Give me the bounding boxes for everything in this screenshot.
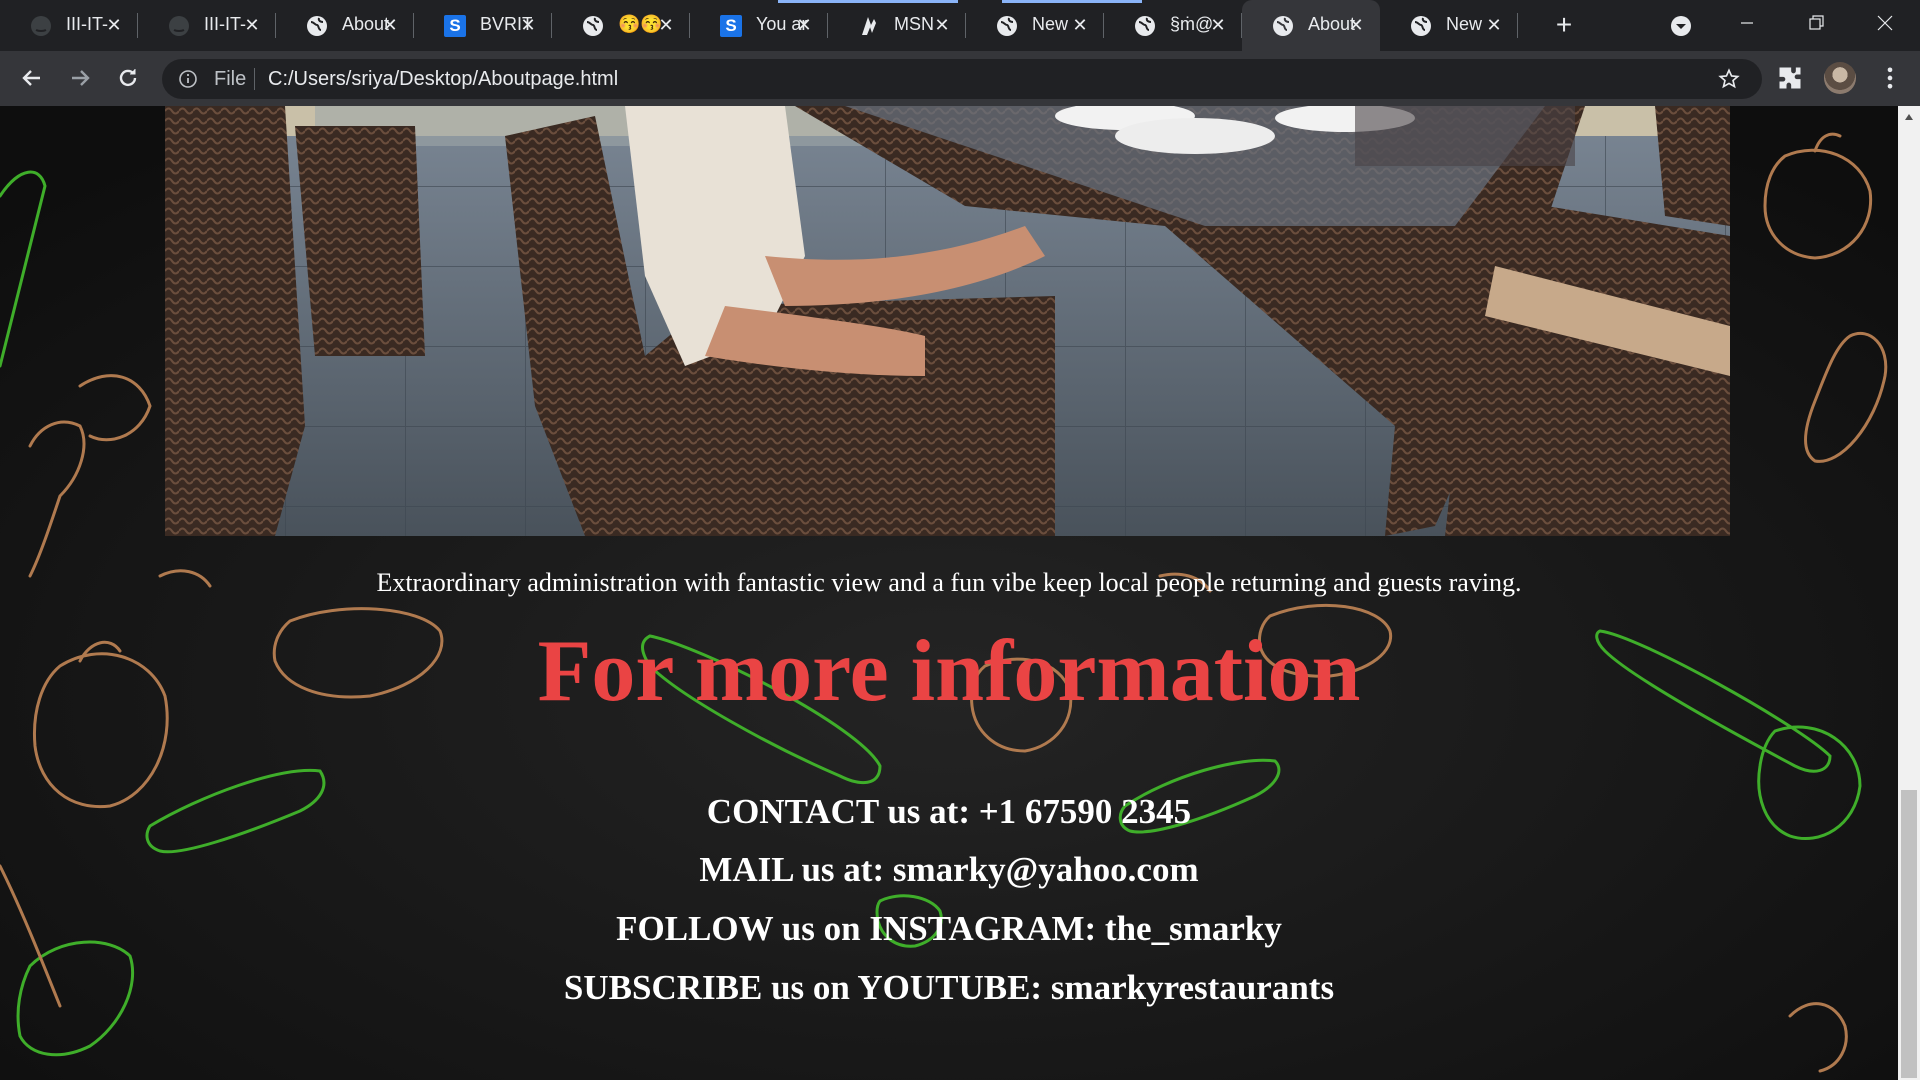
- scroll-thumb[interactable]: [1901, 790, 1917, 1078]
- tab[interactable]: S BVRIT ✕: [414, 0, 552, 51]
- tab-search-button[interactable]: [1648, 3, 1714, 48]
- chevron-down-icon: [1671, 15, 1691, 36]
- tab[interactable]: III-IT- ✕: [138, 0, 276, 51]
- info-icon[interactable]: [178, 69, 198, 89]
- arrow-left-icon: [22, 70, 40, 86]
- divider: [254, 68, 255, 90]
- close-window-button[interactable]: [1852, 0, 1918, 45]
- contact-email: MAIL us at: smarky@yahoo.com: [699, 850, 1199, 889]
- close-icon: [1877, 15, 1893, 30]
- url-text[interactable]: C:/Users/sriya/Desktop/Aboutpage.html: [268, 68, 618, 91]
- reload-icon: [119, 69, 137, 87]
- minimize-button[interactable]: [1714, 0, 1780, 45]
- close-icon[interactable]: ✕: [240, 13, 264, 37]
- page-viewport[interactable]: Extraordinary administration with fantas…: [0, 106, 1898, 1080]
- contact-instagram: FOLLOW us on INSTAGRAM: the_smarky: [616, 909, 1282, 948]
- tab[interactable]: S You are ✕: [690, 0, 828, 51]
- github-icon: [30, 15, 52, 37]
- close-icon[interactable]: ✕: [378, 13, 402, 37]
- arrow-right-icon: [72, 70, 90, 86]
- s-logo-icon: S: [720, 15, 742, 37]
- browser-toolbar: File C:/Users/sriya/Desktop/Aboutpage.ht…: [0, 51, 1920, 106]
- close-icon[interactable]: ✕: [102, 13, 126, 37]
- restore-icon: [1809, 14, 1824, 30]
- restore-button[interactable]: [1784, 0, 1850, 45]
- extensions-icon[interactable]: [1776, 64, 1804, 92]
- vertical-scrollbar[interactable]: [1898, 106, 1920, 1080]
- tab[interactable]: 😚😚 ✕: [552, 0, 690, 51]
- globe-icon: [582, 15, 604, 37]
- tab[interactable]: §ṁ@ ✕: [1104, 0, 1242, 51]
- section-heading: For more information: [537, 623, 1361, 720]
- forward-button[interactable]: [65, 63, 95, 93]
- close-icon[interactable]: ✕: [1482, 13, 1506, 37]
- close-icon[interactable]: ✕: [792, 13, 816, 37]
- scheme-label: File: [214, 68, 247, 90]
- new-tab-button[interactable]: +: [1550, 11, 1578, 40]
- contact-phone: CONTACT us at: +1 67590 2345: [706, 792, 1192, 831]
- close-icon[interactable]: ✕: [654, 13, 678, 37]
- minimize-icon: [1741, 21, 1753, 24]
- scroll-up-button[interactable]: [1898, 106, 1920, 128]
- tab-active[interactable]: About ✕: [1242, 0, 1380, 51]
- restaurant-photo: [165, 106, 1730, 536]
- close-icon[interactable]: ✕: [1344, 13, 1368, 37]
- s-logo-icon: S: [444, 15, 466, 37]
- bookmark-star-icon[interactable]: [1718, 68, 1740, 90]
- back-button[interactable]: [17, 63, 47, 93]
- tab-strip: III-IT- ✕ III-IT- ✕ About ✕ S BVRIT ✕ 😚😚…: [0, 0, 1920, 51]
- globe-icon: [1410, 15, 1432, 37]
- tab[interactable]: MSN ✕: [828, 0, 966, 51]
- caption-text: Extraordinary administration with fantas…: [376, 568, 1522, 597]
- tab[interactable]: About ✕: [276, 0, 414, 51]
- more-vert-icon[interactable]: [1876, 64, 1904, 92]
- tab[interactable]: New ✕: [966, 0, 1104, 51]
- avatar[interactable]: [1824, 62, 1856, 94]
- close-icon[interactable]: ✕: [516, 13, 540, 37]
- dining-chairs-image: [165, 106, 1730, 536]
- msn-icon: [858, 15, 880, 37]
- globe-icon: [306, 15, 328, 37]
- triangle-up-icon: [1905, 114, 1913, 120]
- github-icon: [168, 15, 190, 37]
- globe-icon: [1272, 15, 1294, 37]
- tab[interactable]: New ✕: [1380, 0, 1518, 51]
- globe-icon: [996, 15, 1018, 37]
- close-icon[interactable]: ✕: [1206, 13, 1230, 37]
- close-icon[interactable]: ✕: [930, 13, 954, 37]
- tab[interactable]: III-IT- ✕: [0, 0, 138, 51]
- globe-icon: [1134, 15, 1156, 37]
- close-icon[interactable]: ✕: [1068, 13, 1092, 37]
- reload-button[interactable]: [113, 63, 143, 93]
- contact-youtube: SUBSCRIBE us on YOUTUBE: smarkyrestauran…: [563, 968, 1335, 1007]
- address-bar[interactable]: File C:/Users/sriya/Desktop/Aboutpage.ht…: [162, 59, 1762, 99]
